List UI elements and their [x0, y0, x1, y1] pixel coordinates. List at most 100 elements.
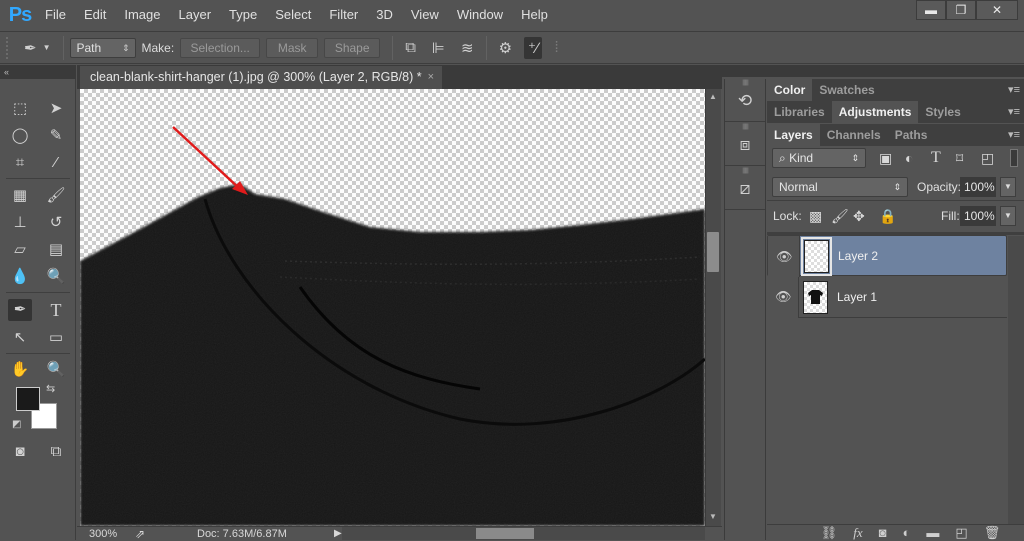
canvas[interactable]	[80, 89, 705, 526]
type-tool-icon[interactable]: T	[44, 299, 68, 321]
menu-help[interactable]: Help	[512, 0, 557, 30]
layer-filter-select[interactable]: ⌕ Kind ⇕	[772, 148, 866, 168]
new-adjustment-layer-icon[interactable]: ◐	[903, 525, 911, 540]
lasso-tool-icon[interactable]: ◯	[8, 125, 32, 147]
tool-mode-select[interactable]: Path ⇕	[69, 37, 136, 58]
menu-edit[interactable]: Edit	[75, 0, 115, 30]
close-window-button[interactable]: ✕	[976, 0, 1018, 20]
make-shape-button[interactable]: Shape	[324, 37, 381, 58]
close-document-icon[interactable]: ×	[428, 66, 434, 89]
align-edges-icon[interactable]: ⁞	[554, 39, 558, 56]
gradient-tool-icon[interactable]: ▤	[44, 239, 68, 261]
default-colors-icon[interactable]: ◩	[12, 419, 21, 430]
visibility-toggle[interactable]: 👁	[767, 277, 799, 318]
swap-colors-icon[interactable]: ⇆	[46, 382, 55, 395]
menu-3d[interactable]: 3D	[367, 0, 402, 30]
panel-menu-icon[interactable]: ▾≡	[1008, 79, 1020, 101]
eyedropper-tool-icon[interactable]: ⁄	[44, 152, 68, 174]
crop-tool-icon[interactable]: ⌗	[8, 152, 32, 174]
options-bar-grip[interactable]	[6, 36, 10, 59]
healing-brush-tool-icon[interactable]: ▦	[8, 185, 32, 207]
layer-name[interactable]: Layer 1	[837, 277, 877, 318]
tab-channels[interactable]: Channels	[820, 124, 888, 146]
marquee-tool-icon[interactable]: ⬚	[8, 98, 32, 120]
vertical-scrollbar[interactable]	[705, 89, 721, 526]
preset-dropdown-arrow-icon[interactable]: ▼	[43, 43, 51, 52]
layer-name[interactable]: Layer 2	[838, 236, 878, 277]
new-layer-icon[interactable]: ◰	[955, 525, 967, 540]
blend-mode-select[interactable]: Normal ⇕	[772, 177, 908, 197]
history-brush-tool-icon[interactable]: ↺	[44, 212, 68, 234]
foreground-color-swatch[interactable]	[16, 387, 40, 411]
minimize-button[interactable]: ▬	[916, 0, 946, 20]
status-menu-arrow-icon[interactable]: ▶	[334, 527, 342, 541]
menu-layer[interactable]: Layer	[170, 0, 221, 30]
hand-tool-icon[interactable]: ✋	[8, 359, 32, 381]
scroll-up-icon[interactable]: ▲	[709, 92, 717, 101]
shape-layer-filter-icon[interactable]: ⌑	[956, 148, 963, 168]
zoom-level[interactable]: 300%	[89, 527, 117, 541]
pen-tool-preset-icon[interactable]: ✒	[24, 39, 37, 57]
eraser-tool-icon[interactable]: ▱	[8, 239, 32, 261]
lock-all-icon[interactable]: 🔒	[879, 206, 896, 226]
3d-panel-button[interactable]: |||||||||| ⧈	[725, 123, 765, 166]
lock-image-pixels-icon[interactable]: 🖌	[831, 206, 849, 226]
fill-dropdown[interactable]: ▼	[1000, 206, 1016, 226]
scroll-down-icon[interactable]: ▼	[709, 512, 717, 521]
lock-position-icon[interactable]: ✥	[853, 206, 865, 226]
path-operations-icon[interactable]: ⧉	[405, 39, 416, 56]
filter-toggle[interactable]	[1010, 149, 1018, 167]
smart-object-filter-icon[interactable]: ◰	[981, 148, 994, 168]
dodge-tool-icon[interactable]: 🔍	[44, 266, 68, 288]
tab-libraries[interactable]: Libraries	[767, 101, 832, 123]
make-mask-button[interactable]: Mask	[266, 37, 319, 58]
layer-row-layer-1[interactable]: 👁 Layer 1	[767, 277, 1007, 318]
opacity-input[interactable]: 100%	[960, 177, 996, 197]
path-arrangement-icon[interactable]: ≋	[461, 39, 474, 57]
panel-menu-icon[interactable]: ▾≡	[1008, 124, 1020, 146]
make-selection-button[interactable]: Selection...	[180, 37, 261, 58]
link-layers-icon[interactable]: ⛓	[821, 525, 838, 540]
tab-layers[interactable]: Layers	[767, 124, 820, 146]
vertical-scroll-thumb[interactable]	[707, 232, 719, 272]
lock-transparent-pixels-icon[interactable]: ▩	[809, 206, 822, 226]
new-group-icon[interactable]: ▬	[926, 525, 939, 540]
rectangle-tool-icon[interactable]: ▭	[44, 327, 68, 349]
menu-window[interactable]: Window	[448, 0, 512, 30]
menu-filter[interactable]: Filter	[320, 0, 367, 30]
pen-tool-icon[interactable]: ✒	[8, 299, 32, 321]
horizontal-scroll-thumb[interactable]	[476, 528, 534, 539]
visibility-toggle[interactable]: 👁	[768, 236, 800, 277]
quick-selection-tool-icon[interactable]: ✎	[44, 125, 68, 147]
auto-add-delete-icon[interactable]: ⁺∕	[524, 36, 543, 59]
tab-paths[interactable]: Paths	[888, 124, 935, 146]
path-selection-tool-icon[interactable]: ↖	[8, 327, 32, 349]
menu-select[interactable]: Select	[266, 0, 320, 30]
tab-color[interactable]: Color	[767, 79, 813, 101]
path-alignment-icon[interactable]: ⊫	[432, 39, 445, 57]
layer-row-layer-2[interactable]: 👁 Layer 2	[767, 235, 1007, 277]
tab-styles[interactable]: Styles	[918, 101, 967, 123]
properties-panel-button[interactable]: |||||||||| ⧄	[725, 167, 765, 210]
document-tab[interactable]: clean-blank-shirt-hanger (1).jpg @ 300% …	[80, 66, 442, 89]
menu-view[interactable]: View	[402, 0, 448, 30]
trash-icon[interactable]: 🗑	[984, 525, 1001, 540]
blur-tool-icon[interactable]: 💧	[8, 266, 32, 288]
brush-tool-icon[interactable]: 🖌	[44, 185, 68, 207]
layers-scrollbar[interactable]	[1008, 236, 1024, 524]
clone-stamp-tool-icon[interactable]: ⊥	[8, 212, 32, 234]
menu-type[interactable]: Type	[220, 0, 266, 30]
opacity-dropdown[interactable]: ▼	[1000, 177, 1016, 197]
history-panel-button[interactable]: |||||||||| ⟲	[725, 79, 765, 122]
add-mask-icon[interactable]: ◙	[879, 525, 887, 540]
restore-button[interactable]: ❐	[946, 0, 976, 20]
pixel-layer-filter-icon[interactable]: ▣	[879, 148, 892, 168]
fx-icon[interactable]: fx	[853, 525, 862, 540]
tab-adjustments[interactable]: Adjustments	[831, 101, 919, 123]
adjustment-layer-filter-icon[interactable]: ◐	[905, 148, 913, 168]
type-layer-filter-icon[interactable]: T	[931, 148, 941, 168]
gear-icon[interactable]: ⚙	[499, 39, 512, 57]
tab-swatches[interactable]: Swatches	[812, 79, 881, 101]
zoom-tool-icon[interactable]: 🔍	[44, 359, 68, 381]
toolbar-collapse[interactable]: «	[0, 65, 76, 79]
